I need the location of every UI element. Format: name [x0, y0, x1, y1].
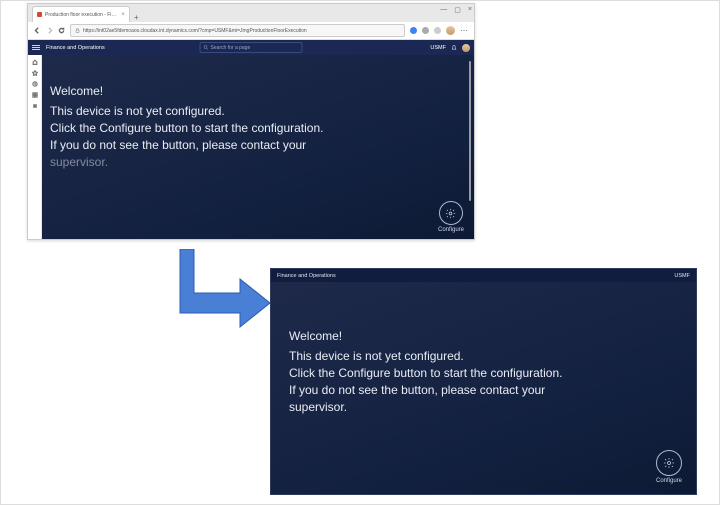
app-header: Finance and Operations USMF: [271, 269, 696, 282]
rail-favorite-icon[interactable]: [32, 70, 38, 76]
rail-modules-icon[interactable]: [32, 103, 38, 109]
welcome-heading: Welcome!: [50, 83, 450, 100]
welcome-message: Welcome! This device is not yet configur…: [50, 83, 450, 171]
window-close-icon[interactable]: ×: [468, 6, 472, 14]
window-maximize-icon[interactable]: ▢: [454, 6, 461, 14]
nav-refresh-icon[interactable]: [58, 27, 65, 34]
tab-close-icon[interactable]: ×: [121, 12, 125, 18]
url-field[interactable]: https://int02ae5fdemoaos.cloudax.int.dyn…: [70, 24, 405, 37]
welcome-message: Welcome! This device is not yet configur…: [289, 328, 674, 416]
window-minimize-icon[interactable]: —: [440, 6, 447, 14]
welcome-heading: Welcome!: [289, 328, 674, 345]
left-nav-rail: [28, 55, 42, 239]
browser-tab[interactable]: Production floor execution - Fi… ×: [32, 6, 130, 22]
before-content-pane: Welcome! This device is not yet configur…: [42, 55, 474, 239]
user-avatar[interactable]: [462, 44, 470, 52]
extension-icon[interactable]: [410, 27, 417, 34]
before-browser-window: Production floor execution - Fi… × + — ▢…: [27, 3, 475, 240]
gear-icon: [663, 457, 675, 469]
favorites-icon[interactable]: [434, 27, 441, 34]
before-stage: Welcome! This device is not yet configur…: [28, 55, 474, 239]
welcome-line: Click the Configure button to start the …: [289, 365, 674, 382]
new-tab-button[interactable]: +: [134, 13, 139, 22]
nav-back-icon[interactable]: [34, 27, 41, 34]
welcome-line: supervisor.: [289, 399, 674, 416]
transition-arrow-icon: [174, 249, 284, 329]
tab-title: Production floor execution - Fi…: [45, 12, 116, 18]
welcome-line: Click the Configure button to start the …: [50, 120, 450, 137]
configure-label: Configure: [656, 478, 682, 484]
favicon-icon: [37, 12, 42, 17]
scrollbar[interactable]: [469, 61, 471, 201]
welcome-line: If you do not see the button, please con…: [50, 137, 450, 154]
extension-icon[interactable]: [422, 27, 429, 34]
browser-tab-strip: Production floor execution - Fi… × + — ▢…: [28, 4, 474, 22]
notifications-icon[interactable]: [451, 45, 457, 51]
rail-recent-icon[interactable]: [32, 81, 38, 87]
url-text: https://int02ae5fdemoaos.cloudax.int.dyn…: [83, 28, 307, 34]
configure-label: Configure: [438, 227, 464, 233]
nav-forward-icon[interactable]: [46, 27, 53, 34]
app-header: Finance and Operations Search for a page…: [28, 40, 474, 55]
company-picker[interactable]: USMF: [674, 273, 690, 279]
gear-icon: [445, 208, 456, 219]
nav-menu-icon[interactable]: [32, 44, 40, 52]
search-icon: [204, 45, 209, 50]
browser-menu-icon[interactable]: ⋯: [460, 26, 468, 35]
welcome-line: supervisor.: [50, 154, 450, 171]
window-controls: — ▢ ×: [440, 6, 472, 14]
search-placeholder: Search for a page: [211, 45, 251, 51]
welcome-line: This device is not yet configured.: [289, 348, 674, 365]
app-brand: Finance and Operations: [46, 45, 105, 51]
lock-icon: [75, 28, 80, 33]
after-content-pane: Welcome! This device is not yet configur…: [271, 282, 696, 494]
app-brand: Finance and Operations: [277, 273, 336, 279]
rail-workspaces-icon[interactable]: [32, 92, 38, 98]
rail-home-icon[interactable]: [32, 59, 38, 65]
company-picker[interactable]: USMF: [430, 45, 446, 51]
after-fullscreen-window: Finance and Operations USMF Welcome! Thi…: [270, 268, 697, 495]
configure-button[interactable]: Configure: [438, 201, 464, 233]
browser-address-bar: https://int02ae5fdemoaos.cloudax.int.dyn…: [28, 22, 474, 40]
welcome-line: If you do not see the button, please con…: [289, 382, 674, 399]
app-search-input[interactable]: Search for a page: [200, 42, 303, 53]
comparison-figure: Production floor execution - Fi… × + — ▢…: [0, 0, 720, 505]
configure-button[interactable]: Configure: [656, 450, 682, 484]
welcome-line: This device is not yet configured.: [50, 103, 450, 120]
profile-avatar[interactable]: [446, 26, 455, 35]
